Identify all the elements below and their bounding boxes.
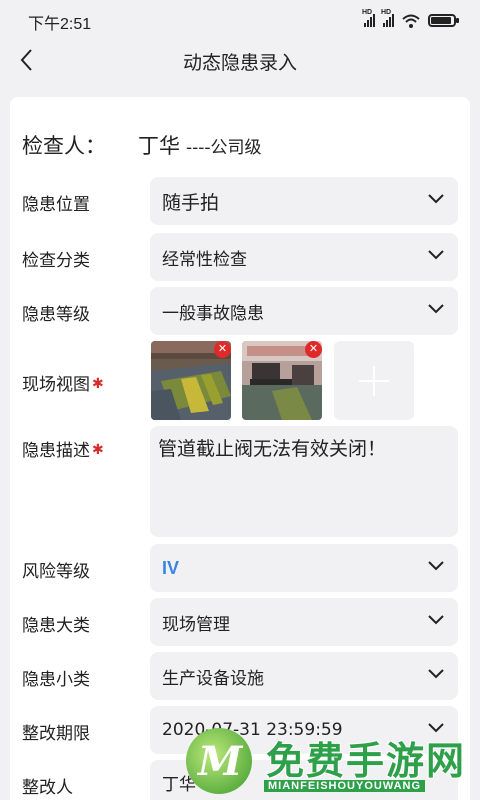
page-title: 动态隐患录入 (182, 52, 297, 74)
location-select[interactable]: 随手拍 (150, 177, 458, 225)
major-type-label: 隐患大类 (22, 616, 90, 636)
photo-thumbnail[interactable]: ✕ (242, 341, 322, 420)
add-photo-button[interactable] (334, 341, 414, 420)
category-value: 经常性检查 (162, 249, 247, 270)
category-select[interactable]: 经常性检查 (150, 233, 458, 281)
category-label: 检查分类 (22, 251, 90, 271)
chevron-down-icon (428, 615, 444, 625)
grade-select[interactable]: 一般事故隐患 (150, 287, 458, 335)
description-label: 隐患描述 ✱ (22, 441, 104, 461)
photos-label: 现场视图 ✱ (22, 375, 104, 395)
chevron-down-icon (428, 304, 444, 314)
watermark: M 免费手游网 MIANFEISHOUYOUWANG (186, 728, 476, 800)
location-label: 隐患位置 (22, 195, 90, 215)
photo-thumbnail[interactable]: ✕ (151, 341, 231, 420)
grade-label: 隐患等级 (22, 305, 90, 325)
signal-icon: HD (362, 9, 375, 27)
required-mark: ✱ (92, 442, 104, 458)
inspector-label: 检查人： (22, 134, 106, 158)
rectifier-label: 整改人 (22, 778, 73, 798)
grade-value: 一般事故隐患 (162, 303, 264, 324)
deadline-label: 整改期限 (22, 724, 90, 744)
chevron-down-icon (428, 669, 444, 679)
nav-bar: 动态隐患录入 (0, 38, 480, 82)
inspector-row: 检查人： 丁华 ----公司级 (22, 130, 262, 160)
chevron-down-icon (428, 194, 444, 204)
description-textarea[interactable]: 管道截止阀无法有效关闭！ (150, 426, 458, 537)
description-text: 管道截止阀无法有效关闭！ (158, 438, 387, 460)
minor-type-label: 隐患小类 (22, 670, 90, 690)
close-icon[interactable]: ✕ (214, 341, 231, 358)
status-icons: HD HD (362, 9, 459, 28)
minor-type-select[interactable]: 生产设备设施 (150, 652, 458, 700)
location-value: 随手拍 (162, 191, 220, 214)
risk-level-label: 风险等级 (22, 562, 90, 582)
chevron-down-icon (428, 250, 444, 260)
risk-level-value: IV (162, 557, 180, 578)
watermark-title: 免费手游网 (266, 739, 467, 783)
chevron-down-icon (428, 561, 444, 571)
watermark-subtitle: MIANFEISHOUYOUWANG (264, 780, 426, 792)
watermark-logo: M (186, 728, 252, 794)
required-mark: ✱ (92, 376, 104, 392)
major-type-value: 现场管理 (162, 614, 230, 635)
risk-level-select[interactable]: IV (150, 544, 458, 592)
status-time: 下午2:51 (28, 16, 92, 33)
signal-icon: HD (381, 9, 394, 27)
battery-icon (428, 14, 459, 27)
minor-type-value: 生产设备设施 (162, 668, 264, 689)
close-icon[interactable]: ✕ (305, 341, 322, 358)
inspector-name: 丁华 (138, 134, 180, 158)
major-type-select[interactable]: 现场管理 (150, 598, 458, 646)
inspector-level: ----公司级 (186, 138, 262, 158)
status-bar: 下午2:51 HD HD (0, 0, 480, 38)
wifi-icon (402, 13, 420, 28)
